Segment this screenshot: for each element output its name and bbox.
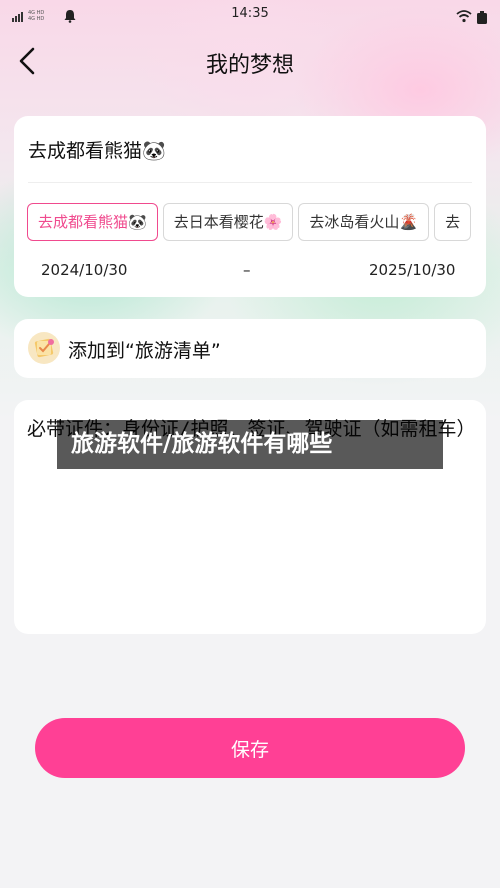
chip-japan-sakura[interactable]: 去日本看樱花🌸 [162, 203, 294, 241]
dream-input[interactable] [28, 134, 468, 164]
chip-iceland-volcano[interactable]: 去冰岛看火山🌋 [298, 203, 430, 241]
status-bar: 4G HD 4G HD 14:35 [0, 0, 500, 30]
battery-icon [476, 9, 488, 24]
save-button[interactable]: 保存 [35, 718, 465, 778]
divider [28, 182, 472, 183]
dream-card: 去成都看熊猫🐼去日本看樱花🌸去冰岛看火山🌋去 2024/10/30 – 2025… [14, 116, 486, 297]
add-to-travel-list-button[interactable]: 添加到“旅游清单” [14, 319, 486, 378]
start-date[interactable]: 2024/10/30 [41, 261, 127, 279]
watermark-banner: 旅游软件/旅游软件有哪些 [57, 420, 443, 469]
date-separator: – [243, 261, 251, 279]
page-title: 我的梦想 [205, 53, 294, 78]
wifi-icon [456, 8, 472, 23]
chip-chengdu-panda[interactable]: 去成都看熊猫🐼 [27, 203, 158, 241]
end-date[interactable]: 2025/10/30 [369, 261, 455, 279]
status-time: 14:35 [231, 6, 269, 21]
suggestion-chips: 去成都看熊猫🐼 去日本看樱花🌸 去冰岛看火山🌋 去 [27, 203, 486, 241]
checklist-icon [28, 332, 60, 364]
date-range: 2024/10/30 – 2025/10/30 [14, 261, 486, 283]
chip-partial[interactable]: 去 [434, 203, 472, 241]
add-to-list-label: 添加到“旅游清单” [68, 340, 221, 362]
